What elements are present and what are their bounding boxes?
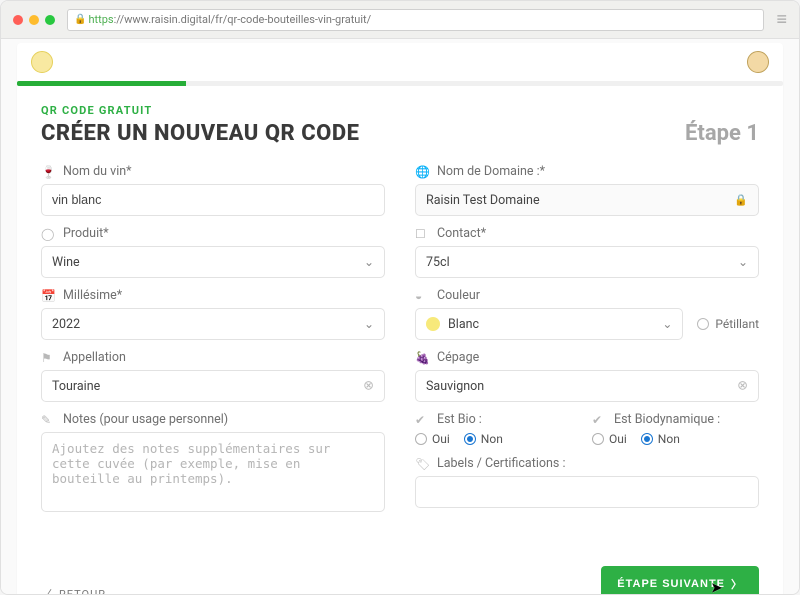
appellation-label: Appellation — [63, 350, 126, 365]
bio-oui-radio[interactable]: Oui — [415, 432, 450, 446]
cepage-input[interactable]: Sauvignon ⊗ — [415, 370, 759, 402]
couleur-select[interactable]: Blanc ⌄ — [415, 308, 683, 340]
maximize-window-button[interactable] — [45, 15, 55, 25]
back-button[interactable]: 〈 RETOUR — [41, 586, 106, 594]
cepage-label: Cépage — [437, 350, 479, 365]
radio-icon — [697, 318, 709, 330]
nom-vin-label: Nom du vin* — [63, 164, 132, 179]
chevron-right-icon: 〉 — [731, 576, 743, 592]
note-icon: ✎ — [41, 414, 55, 426]
color-swatch — [426, 317, 440, 331]
menu-icon[interactable]: ≡ — [776, 9, 787, 30]
next-step-button[interactable]: ÉTAPE SUIVANTE 〉 ➤ — [601, 566, 759, 594]
url-bar[interactable]: 🔒 https://https://www.raisin.digital/fr/… — [67, 9, 764, 31]
biodyn-non-radio[interactable]: Non — [641, 432, 680, 446]
contact-select[interactable]: 75cl ⌄ — [415, 246, 759, 278]
lock-icon: 🔒 — [734, 194, 748, 207]
domaine-label: Nom de Domaine :* — [437, 164, 545, 179]
app-logo — [31, 51, 53, 73]
produit-select[interactable]: Wine ⌄ — [41, 246, 385, 278]
page-title: CRÉER UN NOUVEAU QR CODE — [41, 121, 359, 146]
couleur-label: Couleur — [437, 288, 480, 303]
biodyn-oui-radio[interactable]: Oui — [592, 432, 627, 446]
step-indicator: Étape 1 — [685, 121, 759, 146]
check-icon: ✔ — [592, 414, 606, 426]
clear-icon[interactable]: ⊗ — [737, 379, 748, 394]
contact-label: Contact* — [437, 226, 486, 241]
notes-label: Notes (pour usage personnel) — [63, 412, 228, 427]
chevron-down-icon: ⌄ — [364, 255, 374, 269]
chevron-down-icon: ⌄ — [364, 317, 374, 331]
appellation-input[interactable]: Touraine ⊗ — [41, 370, 385, 402]
labels-input[interactable] — [415, 476, 759, 508]
biodyn-label: Est Biodynamique : — [614, 412, 720, 427]
produit-label: Produit* — [63, 226, 109, 241]
browser-chrome: 🔒 https://https://www.raisin.digital/fr/… — [1, 1, 799, 39]
browser-window: 🔒 https://https://www.raisin.digital/fr/… — [0, 0, 800, 595]
user-avatar[interactable] — [747, 51, 769, 73]
globe-icon: 🌐 — [415, 166, 429, 178]
grape-icon: 🍇 — [415, 352, 429, 364]
bio-label: Est Bio : — [437, 412, 482, 427]
product-icon: ◯ — [41, 228, 55, 240]
labels-label: Labels / Certifications : — [437, 456, 565, 471]
clear-icon[interactable]: ⊗ — [363, 379, 374, 394]
lock-icon: 🔒 — [74, 14, 86, 25]
chevron-left-icon: 〈 — [41, 586, 53, 594]
tag-icon: 🏷 — [415, 458, 429, 470]
chevron-down-icon: ⌄ — [662, 317, 672, 331]
calendar-icon: 📅 — [41, 290, 55, 302]
wine-glass-icon: 🍷 — [41, 166, 55, 178]
app-topbar — [17, 43, 783, 81]
chevron-down-icon: ⌄ — [738, 255, 748, 269]
millesime-select[interactable]: 2022 ⌄ — [41, 308, 385, 340]
millesime-label: Millésime* — [63, 288, 122, 303]
flag-icon: ⚑ — [41, 352, 55, 364]
check-icon: ✔ — [415, 414, 429, 426]
app-card: QR CODE GRATUIT CRÉER UN NOUVEAU QR CODE… — [17, 43, 783, 594]
petillant-radio[interactable]: Pétillant — [697, 317, 759, 331]
close-window-button[interactable] — [13, 15, 23, 25]
traffic-lights — [13, 15, 55, 25]
color-icon: ◒ — [415, 290, 429, 302]
eyebrow: QR CODE GRATUIT — [41, 104, 759, 117]
contact-icon: ☐ — [415, 228, 429, 240]
notes-textarea[interactable] — [41, 432, 385, 512]
nom-vin-input[interactable] — [41, 184, 385, 216]
bio-non-radio[interactable]: Non — [464, 432, 503, 446]
minimize-window-button[interactable] — [29, 15, 39, 25]
cursor-icon: ➤ — [711, 580, 723, 594]
domaine-input: Raisin Test Domaine 🔒 — [415, 184, 759, 216]
